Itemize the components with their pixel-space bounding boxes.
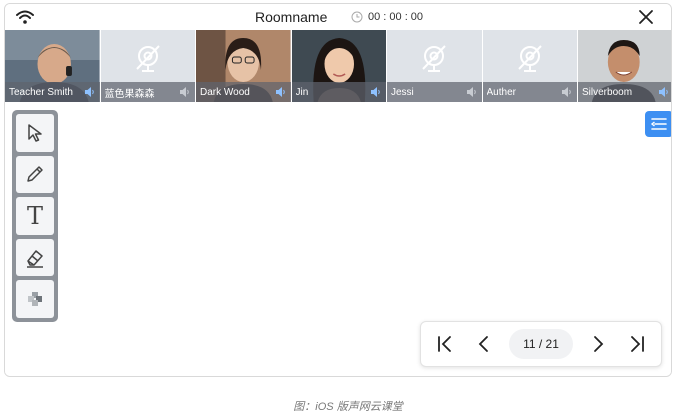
video-tile-silverboom[interactable]: Silverboom <box>578 30 671 102</box>
page-indicator: 11 / 21 <box>509 329 573 359</box>
cursor-arrow-icon <box>28 124 42 142</box>
camera-off-icon <box>422 45 446 72</box>
drawing-toolbox: T <box>12 110 58 322</box>
name-bar: 蓝色果森森 <box>100 82 195 102</box>
speaker-icon[interactable] <box>179 86 191 98</box>
wifi-icon <box>16 10 34 24</box>
video-tile-dark-wood[interactable]: Dark Wood <box>196 30 292 102</box>
video-strip: Teacher Smith 蓝色果森森 Dark Wood Jin Jessi … <box>5 30 671 102</box>
name-bar: Auther <box>482 82 577 102</box>
chevron-right-icon <box>594 336 604 352</box>
figure-caption: 图：iOS 版声网云课堂 <box>293 401 403 413</box>
participant-name: Dark Wood <box>200 86 250 98</box>
prev-page-button[interactable] <box>470 330 498 358</box>
list-menu-icon <box>650 118 667 130</box>
skip-last-icon <box>631 336 644 352</box>
name-bar: Jessi <box>387 82 482 102</box>
class-timer: 00 : 00 : 00 <box>351 11 423 23</box>
participant-name: Teacher Smith <box>9 86 73 98</box>
participant-name: Jin <box>295 86 309 98</box>
page-navigator: 11 / 21 <box>420 321 662 367</box>
name-bar: Teacher Smith <box>5 82 100 102</box>
pencil-tool-button[interactable] <box>16 155 54 194</box>
speaker-icon[interactable] <box>370 86 382 98</box>
speaker-icon[interactable] <box>466 86 478 98</box>
participant-name: 蓝色果森森 <box>104 88 155 100</box>
clock-icon <box>351 11 363 23</box>
classroom-window: Roomname 00 : 00 : 00 Teacher Smith 蓝色果森… <box>4 3 672 377</box>
eraser-icon <box>27 249 43 268</box>
last-page-button[interactable] <box>623 330 651 358</box>
camera-off-icon <box>517 45 542 72</box>
participant-name: Silverboom <box>582 86 633 98</box>
camera-off-icon <box>135 45 160 72</box>
name-bar: Silverboom <box>578 82 671 102</box>
whiteboard-canvas[interactable]: T 11 / 21 <box>5 102 671 376</box>
video-tile-jessi[interactable]: Jessi <box>387 30 483 102</box>
timer-text: 00 : 00 : 00 <box>368 11 424 23</box>
video-tile-teacher-smith[interactable]: Teacher Smith <box>5 30 101 102</box>
speaker-icon[interactable] <box>658 86 670 98</box>
name-bar: Jin <box>291 82 386 102</box>
select-tool-button[interactable] <box>16 114 54 152</box>
speaker-icon[interactable] <box>84 86 96 98</box>
eraser-tool-button[interactable] <box>16 238 54 277</box>
text-icon: T <box>26 201 43 230</box>
close-icon[interactable] <box>638 9 654 25</box>
video-tile-jin[interactable]: Jin <box>291 30 387 102</box>
speaker-icon[interactable] <box>275 86 287 98</box>
text-tool-button[interactable]: T <box>16 197 54 235</box>
top-bar: Roomname 00 : 00 : 00 <box>5 4 671 30</box>
room-name: Roomname <box>255 9 328 25</box>
video-tile-lanse[interactable]: 蓝色果森森 <box>100 30 196 102</box>
participant-name: Auther <box>486 86 516 98</box>
first-page-button[interactable] <box>431 330 459 358</box>
skip-first-icon <box>438 336 451 352</box>
video-tile-auther[interactable]: Auther <box>482 30 578 102</box>
speaker-icon[interactable] <box>561 86 573 98</box>
participant-list-button[interactable] <box>645 111 671 137</box>
chevron-left-icon <box>478 336 488 352</box>
name-bar: Dark Wood <box>196 82 291 102</box>
next-page-button[interactable] <box>584 330 612 358</box>
participant-name: Jessi <box>391 86 414 98</box>
color-tool-button[interactable] <box>16 280 54 318</box>
pencil-icon <box>27 166 43 183</box>
color-palette-icon <box>28 292 42 307</box>
